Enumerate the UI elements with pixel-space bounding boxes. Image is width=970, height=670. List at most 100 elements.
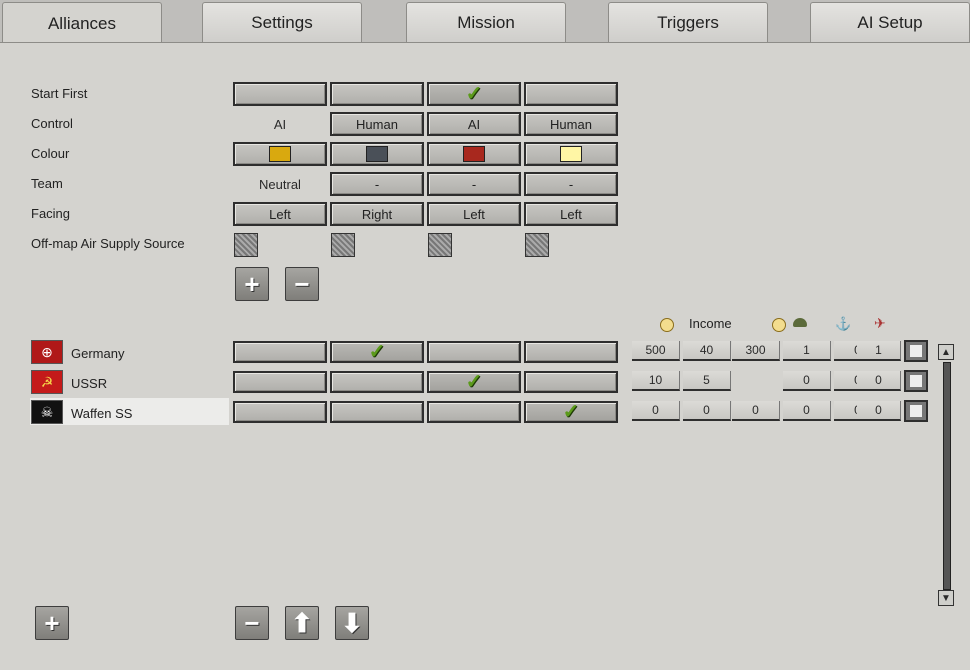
- control-button-4[interactable]: Human: [524, 112, 618, 136]
- colour-button-3[interactable]: [427, 142, 521, 166]
- ussr-res-4[interactable]: 0: [783, 371, 831, 391]
- tab-alliances[interactable]: Alliances: [2, 2, 162, 44]
- air-supply-checkbox-3[interactable]: [428, 233, 452, 257]
- facing-button-4[interactable]: Left: [524, 202, 618, 226]
- ussr-res-1[interactable]: 10: [632, 371, 680, 391]
- income-coin-icon: [772, 318, 786, 332]
- add-nation-button[interactable]: +: [35, 606, 69, 640]
- air-supply-checkbox-4[interactable]: [525, 233, 549, 257]
- start-first-button-3[interactable]: ✓: [427, 82, 521, 106]
- control-button-2[interactable]: Human: [330, 112, 424, 136]
- team-label: Team: [31, 176, 63, 191]
- helmet-icon: [793, 318, 807, 327]
- start-first-button-4[interactable]: [524, 82, 618, 106]
- team-value-1: Neutral: [259, 176, 301, 192]
- ussr-alliance-3[interactable]: ✓: [427, 371, 521, 393]
- ussr-alliance-1[interactable]: [233, 371, 327, 393]
- minus-icon: −: [244, 608, 260, 638]
- germany-alliance-3[interactable]: [427, 341, 521, 363]
- ussr-select-toggle[interactable]: [904, 370, 928, 392]
- colour-swatch: [269, 146, 291, 162]
- facing-button-2[interactable]: Right: [330, 202, 424, 226]
- nation-name-germany: Germany: [71, 346, 125, 361]
- ussr-res-2[interactable]: 5: [683, 371, 731, 391]
- germany-alliance-2[interactable]: ✓: [330, 341, 424, 363]
- move-nation-up-button[interactable]: ⬆: [285, 606, 319, 640]
- tab-ai-setup[interactable]: AI Setup: [810, 2, 970, 42]
- tab-mission[interactable]: Mission: [406, 2, 566, 42]
- waffen-ss-res-4[interactable]: 0: [783, 401, 831, 421]
- waffen-ss-res-2[interactable]: 0: [683, 401, 731, 421]
- colour-swatch: [463, 146, 485, 162]
- waffen-ss-select-toggle[interactable]: [904, 400, 928, 422]
- air-supply-label: Off-map Air Supply Source: [31, 236, 185, 251]
- facing-button-1[interactable]: Left: [233, 202, 327, 226]
- tab-bar: Alliances Settings Mission Triggers AI S…: [0, 0, 970, 44]
- arrow-down-icon: ⬇: [341, 608, 363, 638]
- tab-settings[interactable]: Settings: [202, 2, 362, 42]
- germany-res-3[interactable]: 300: [732, 341, 780, 361]
- waffen-ss-alliance-1[interactable]: [233, 401, 327, 423]
- germany-res-1[interactable]: 500: [632, 341, 680, 361]
- start-first-button-1[interactable]: [233, 82, 327, 106]
- colour-swatch: [560, 146, 582, 162]
- waffen-ss-flag-icon: ☠: [31, 400, 63, 424]
- nation-name-waffen-ss: Waffen SS: [71, 406, 133, 421]
- air-supply-checkbox-2[interactable]: [331, 233, 355, 257]
- ussr-alliance-4[interactable]: [524, 371, 618, 393]
- naval-icon: ⚓: [835, 316, 852, 331]
- germany-alliance-1[interactable]: [233, 341, 327, 363]
- waffen-ss-alliance-4[interactable]: ✓: [524, 401, 618, 423]
- prestige-icon: [660, 318, 674, 332]
- air-icon: ✈: [874, 315, 886, 331]
- income-label: Income: [689, 316, 732, 331]
- checkmark-icon: ✓: [368, 341, 386, 363]
- arrow-up-icon: ⬆: [291, 608, 313, 638]
- checkmark-icon: ✓: [562, 401, 580, 423]
- colour-button-1[interactable]: [233, 142, 327, 166]
- germany-alliance-4[interactable]: [524, 341, 618, 363]
- air-supply-checkbox-1[interactable]: [234, 233, 258, 257]
- team-button-2[interactable]: -: [330, 172, 424, 196]
- team-button-4[interactable]: -: [524, 172, 618, 196]
- checkmark-icon: ✓: [465, 83, 483, 105]
- germany-res-6[interactable]: 1: [857, 341, 901, 361]
- remove-nation-button[interactable]: −: [235, 606, 269, 640]
- scroll-track[interactable]: [943, 362, 951, 590]
- waffen-ss-alliance-3[interactable]: [427, 401, 521, 423]
- tab-triggers[interactable]: Triggers: [608, 2, 768, 42]
- germany-flag-icon: ⊕: [31, 340, 63, 364]
- waffen-ss-res-1[interactable]: 0: [632, 401, 680, 421]
- scroll-up-icon[interactable]: ▲: [938, 344, 954, 360]
- start-first-label: Start First: [31, 86, 88, 101]
- remove-alliance-button[interactable]: −: [285, 267, 319, 301]
- waffen-ss-alliance-2[interactable]: [330, 401, 424, 423]
- scroll-down-icon[interactable]: ▼: [938, 590, 954, 606]
- add-alliance-button[interactable]: +: [235, 267, 269, 301]
- plus-icon: +: [44, 608, 60, 638]
- nation-list-scrollbar[interactable]: ▲ ▼: [938, 344, 954, 606]
- nation-name-ussr: USSR: [71, 376, 108, 391]
- ussr-flag-icon: ☭: [31, 370, 63, 394]
- facing-label: Facing: [31, 206, 71, 221]
- control-label: Control: [31, 116, 73, 131]
- colour-button-2[interactable]: [330, 142, 424, 166]
- ussr-alliance-2[interactable]: [330, 371, 424, 393]
- ussr-res-6[interactable]: 0: [857, 371, 901, 391]
- team-button-3[interactable]: -: [427, 172, 521, 196]
- colour-button-4[interactable]: [524, 142, 618, 166]
- move-nation-down-button[interactable]: ⬇: [335, 606, 369, 640]
- control-button-3[interactable]: AI: [427, 112, 521, 136]
- minus-icon: −: [294, 269, 310, 299]
- waffen-ss-res-6[interactable]: 0: [857, 401, 901, 421]
- plus-icon: +: [244, 269, 260, 299]
- germany-res-2[interactable]: 40: [683, 341, 731, 361]
- facing-button-3[interactable]: Left: [427, 202, 521, 226]
- control-value-1: AI: [273, 116, 287, 132]
- checkmark-icon: ✓: [465, 371, 483, 393]
- waffen-ss-res-3[interactable]: 0: [732, 401, 780, 421]
- colour-label: Colour: [31, 146, 70, 161]
- germany-select-toggle[interactable]: [904, 340, 928, 362]
- germany-res-4[interactable]: 1: [783, 341, 831, 361]
- start-first-button-2[interactable]: [330, 82, 424, 106]
